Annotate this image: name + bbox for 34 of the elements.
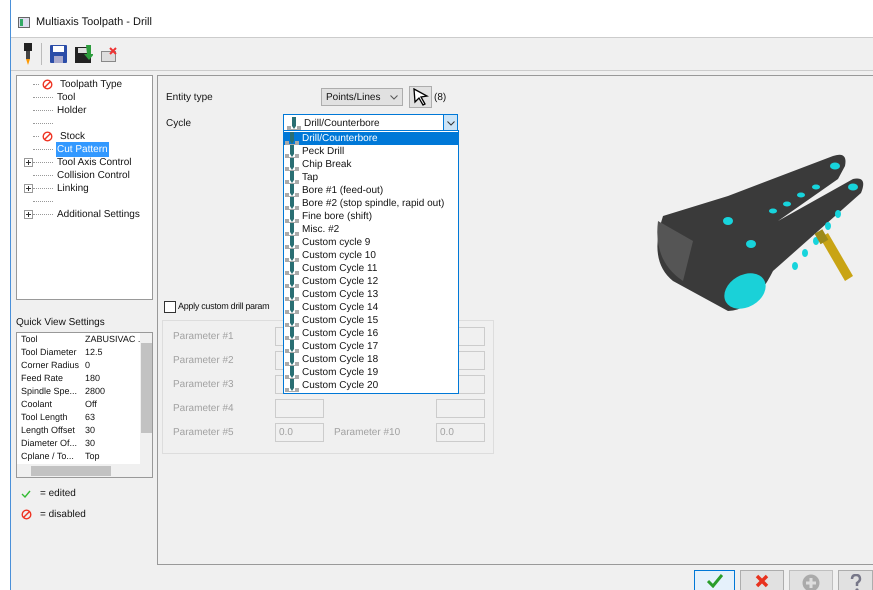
setting-value: 2800	[85, 384, 106, 398]
setting-value: 30	[85, 436, 96, 450]
legend-text: = edited	[40, 487, 76, 501]
setting-name: Cplane / To...	[21, 450, 75, 463]
setting-name: Tool Diameter	[21, 346, 78, 359]
setting-name: Spindle Spe...	[21, 384, 78, 398]
entity-type-label: Entity type	[166, 90, 214, 104]
setting-value: 0	[85, 358, 90, 372]
setting-name: Tool	[21, 333, 39, 346]
setting-value: 12.5	[85, 346, 103, 359]
parameter-label: Parameter #5	[173, 426, 235, 440]
entity-count: (8)	[434, 90, 446, 104]
custom-params-label: Apply custom drill param	[178, 300, 270, 313]
setting-value: Off	[85, 398, 97, 411]
setting-name: Corner Radius	[21, 358, 80, 372]
setting-name: Tool Length	[21, 410, 69, 424]
parameter-label: Parameter #2	[173, 354, 235, 368]
parameter-label: Parameter #4	[173, 402, 235, 416]
cycle-label: Cycle	[166, 116, 192, 130]
window-title: Multiaxis Toolpath - Drill	[36, 15, 152, 30]
setting-name: Length Offset	[21, 424, 76, 437]
setting-name: Feed Rate	[21, 372, 64, 385]
setting-name: Coolant	[21, 398, 54, 411]
setting-value: 30	[85, 424, 96, 437]
setting-value: ZABUSIVAC .	[85, 333, 140, 346]
legend-text: = disabled	[40, 508, 86, 522]
setting-value: 63	[85, 410, 96, 424]
parameter-label: Parameter #3	[173, 378, 235, 392]
setting-value: Top	[85, 450, 100, 463]
quick-view-title: Quick View Settings	[16, 316, 106, 330]
setting-name: Diameter Of...	[21, 436, 78, 450]
setting-value: 180	[85, 372, 100, 385]
parameter-label: Parameter #10	[334, 426, 402, 440]
parameter-label: Parameter #1	[173, 330, 235, 344]
